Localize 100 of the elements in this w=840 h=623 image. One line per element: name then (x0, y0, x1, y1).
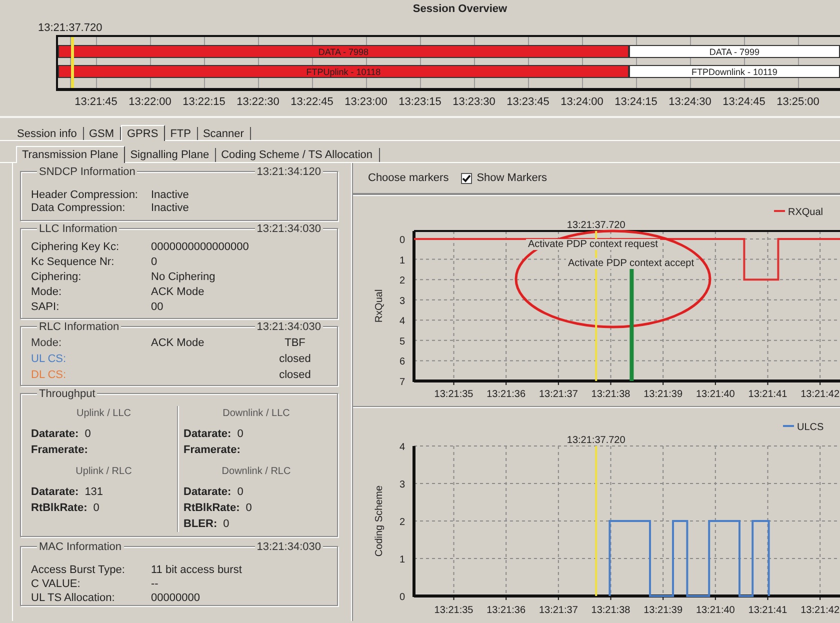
axis-label: 13:23:15 (398, 96, 442, 108)
field-label: RtBlkRate: (184, 502, 240, 514)
tab[interactable]: Transmission Plane (16, 146, 126, 163)
field-value: Inactive (151, 188, 190, 200)
axis-label: 13:22:30 (236, 96, 280, 108)
field-value: No Ciphering (151, 270, 216, 282)
cursor-time: 13:21:37.720 (566, 435, 626, 446)
field-label: Framerate: (31, 444, 88, 456)
field-label: Access Burst Type: (31, 564, 126, 576)
field-value: ACK Mode (151, 337, 206, 349)
field-label: Ciphering Key Kc: (31, 240, 120, 252)
section-heading: Uplink / RLC (74, 465, 133, 479)
axis-label: 13:24:00 (560, 96, 604, 108)
field-label: UL TS Allocation: (31, 592, 116, 604)
axis-label: 13:24:15 (614, 96, 658, 108)
session-bar[interactable]: FTPDownlink - 10119 (628, 65, 840, 78)
field-label: Datarate: (184, 486, 232, 498)
axis-label: 13:21:45 (74, 96, 118, 108)
group-title: MAC Information (37, 540, 124, 552)
timestamp: 13:21:34:030 (254, 222, 323, 234)
timestamp: 13:21:34:030 (254, 320, 323, 332)
tick-label: 13:21:41 (748, 605, 788, 616)
axis-label: 13:22:00 (128, 96, 172, 108)
field-value: TBF (284, 337, 306, 349)
field-value: 0000000000000000 (151, 240, 250, 252)
field-label: BLER: (184, 518, 218, 530)
tick-label: 4 (399, 316, 405, 328)
field-value: 0 (237, 486, 244, 498)
tick-label: 1 (399, 554, 405, 566)
axis-label: 13:25:00 (776, 96, 820, 108)
tick-label: 13:21:36 (486, 389, 526, 400)
axis-title: RxQual (374, 289, 385, 323)
tick-label: 3 (399, 296, 405, 307)
checkbox[interactable] (460, 172, 472, 184)
field-label: SAPI: (31, 300, 60, 312)
timestamp: 13:21:34:030 (254, 540, 323, 552)
field-label: C VALUE: (31, 578, 82, 590)
axis-label: 13:23:00 (344, 96, 388, 108)
tick-label: 13:21:38 (591, 605, 630, 616)
axis-label: 13:23:30 (452, 96, 496, 108)
legend-label: ULCS (797, 422, 824, 433)
field-value: 00 (151, 300, 164, 312)
tick-label: 13:21:38 (591, 389, 630, 400)
tick-label: 13:21:36 (486, 605, 526, 616)
field-value: 0 (237, 428, 244, 440)
axis-title: Coding Scheme (374, 485, 385, 557)
tick-label: 13:21:42 (800, 389, 840, 400)
section-heading: Downlink / RLC (220, 465, 292, 479)
section-heading: Uplink / LLC (76, 407, 132, 421)
tick-label: 2 (399, 517, 405, 528)
tick-label: 1 (399, 255, 405, 266)
field-label: Mode: (31, 337, 63, 349)
tick-label: 2 (399, 276, 405, 287)
field-label: Kc Sequence Nr: (31, 256, 116, 268)
field-label: Datarate: (184, 428, 232, 440)
field-label: Header Compression: (31, 188, 139, 200)
field-value: 131 (84, 486, 104, 498)
field-value: -- (151, 578, 160, 590)
group-title: SNDCP Information (37, 166, 138, 178)
axis-label: 13:24:45 (722, 96, 766, 108)
tick-label: 13:21:41 (748, 389, 788, 400)
legend-label: RXQual (788, 207, 824, 218)
event-label: Activate PDP context request (528, 239, 658, 250)
field-value: 0 (223, 518, 230, 530)
tick-label: 13:21:37 (538, 389, 578, 400)
section-heading: Downlink / LLC (222, 407, 291, 421)
tab[interactable]: GPRS (121, 125, 166, 141)
field-label: DL CS: (31, 369, 68, 381)
field-label: RtBlkRate: (31, 502, 88, 514)
field-value: 00000000 (151, 592, 201, 604)
field-label: Framerate: (184, 444, 240, 456)
tick-label: 6 (399, 356, 405, 368)
tick-label: 13:21:40 (696, 389, 735, 400)
field-value: 0 (151, 256, 158, 268)
toolbar-label: Choose markers (368, 172, 449, 184)
cursor-time: 13:21:37.720 (566, 220, 626, 231)
axis-label: 13:22:15 (182, 96, 226, 108)
tick-label: 7 (399, 377, 405, 388)
timestamp: 13:21:34:120 (254, 166, 323, 178)
tick-label: 4 (399, 442, 405, 453)
tick-label: 0 (399, 592, 405, 603)
field-value: 0 (246, 502, 252, 514)
axis-label: 13:22:45 (290, 96, 334, 108)
session-bar[interactable]: DATA - 7999 (628, 45, 840, 58)
axis-label: 13:23:45 (506, 96, 550, 108)
field-label: Datarate: (31, 486, 79, 498)
tick-label: 5 (399, 336, 405, 348)
field-label: Ciphering: (31, 270, 82, 282)
event-label: Activate PDP context accept (568, 258, 694, 269)
tick-label: 13:21:39 (644, 389, 683, 400)
checkbox-label[interactable]: Show Markers (476, 172, 547, 184)
group-title: Throughput (37, 388, 98, 400)
group-title: RLC Information (37, 320, 122, 332)
tick-label: 0 (399, 235, 405, 246)
tick-label: 13:21:39 (644, 605, 683, 616)
field-value: closed (278, 369, 312, 381)
field-label: UL CS: (31, 353, 68, 365)
check-icon (462, 174, 471, 182)
field-value: ACK Mode (151, 286, 206, 298)
field-label: Datarate: (31, 428, 79, 440)
